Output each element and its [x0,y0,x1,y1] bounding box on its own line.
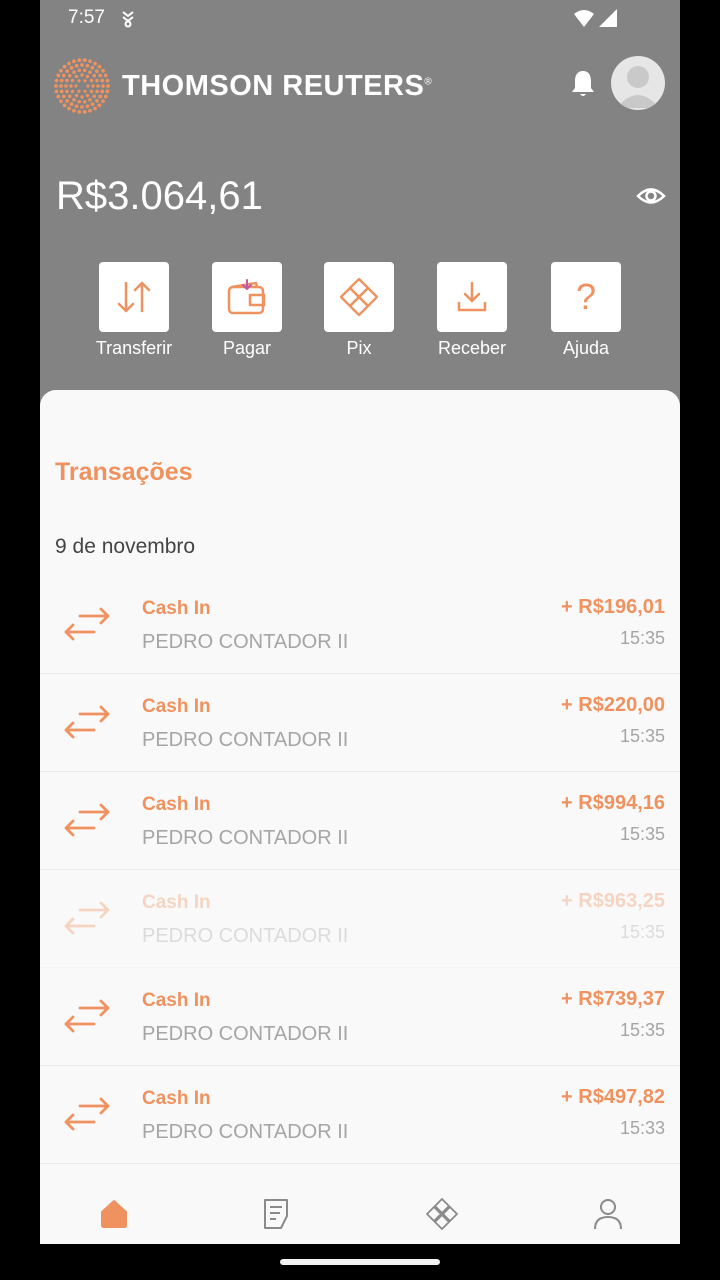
header: 7:57 THOMSON REUTERS® R$3.064,61 Transfe… [40,0,680,420]
transaction-type: Cash In [142,598,211,619]
nav-pix-icon[interactable] [422,1194,462,1234]
transaction-row[interactable]: Cash In PEDRO CONTADOR II + R$963,25 15:… [40,870,680,968]
wallet-icon [227,279,266,315]
pix-icon [339,277,379,317]
section-title: Transações [55,458,193,486]
user-silhouette-icon [617,66,659,108]
thomson-reuters-logo [54,58,110,114]
transaction-row[interactable]: Cash In PEDRO CONTADOR II + R$196,01 15:… [40,576,680,674]
date-label: 9 de novembro [55,535,196,558]
status-bar: 7:57 [40,0,680,36]
nav-statement-icon[interactable] [256,1194,296,1234]
transaction-time: 15:33 [619,1118,665,1138]
transaction-amount: + R$196,01 [561,596,665,618]
action-transferir[interactable]: Transferir [79,262,189,359]
transaction-row[interactable]: Cash In PEDRO CONTADOR II + R$739,37 15:… [40,968,680,1066]
action-pix[interactable]: Pix [304,262,414,359]
data-saver-icon [122,11,134,28]
download-icon [457,281,487,312]
action-receber[interactable]: Receber [417,262,527,359]
help-icon: ? [575,276,597,317]
action-tile[interactable] [437,262,507,332]
transaction-party: PEDRO CONTADOR II [142,925,349,947]
transaction-amount: + R$963,25 [561,890,665,912]
transaction-amount: + R$497,82 [561,1086,665,1108]
transaction-list: Cash In PEDRO CONTADOR II + R$196,01 15:… [40,576,680,1164]
signal-icon [599,9,617,27]
action-label: Ajuda [562,338,610,358]
action-tile[interactable] [212,262,282,332]
nav-profile-icon[interactable] [588,1194,628,1234]
action-ajuda[interactable]: ? Ajuda [531,262,641,359]
wifi-icon [574,10,594,27]
status-time: 7:57 [68,7,105,28]
avatar[interactable] [611,56,665,110]
balance-amount: R$3.064,61 [56,174,263,218]
action-label: Receber [437,338,507,358]
transaction-type: Cash In [142,1088,211,1109]
home-indicator[interactable] [280,1259,440,1265]
action-label: Pix [346,338,372,358]
transaction-party: PEDRO CONTADOR II [142,1023,349,1045]
transaction-time: 15:35 [619,726,665,746]
exchange-arrows-icon [64,705,110,739]
transaction-type: Cash In [142,892,211,913]
transaction-amount: + R$994,16 [561,792,665,814]
app-screen: 7:57 THOMSON REUTERS® R$3.064,61 Transfe… [40,0,680,1244]
transaction-row[interactable]: Cash In PEDRO CONTADOR II + R$220,00 15:… [40,674,680,772]
transaction-time: 15:35 [619,1020,665,1040]
bottom-nav [40,1164,680,1244]
transaction-amount: + R$220,00 [561,694,665,716]
transaction-type: Cash In [142,794,211,815]
transaction-amount: + R$739,37 [561,988,665,1010]
bell-icon[interactable] [570,68,596,98]
action-label: Pagar [222,338,272,358]
eye-icon[interactable] [636,182,666,210]
transaction-time: 15:35 [619,824,665,844]
nav-home-icon[interactable] [94,1194,134,1234]
transaction-row[interactable]: Cash In PEDRO CONTADOR II + R$994,16 15:… [40,772,680,870]
transaction-party: PEDRO CONTADOR II [142,729,349,751]
quick-actions: Transferir Pagar Pix Receber ? Ajuda [40,262,680,362]
transactions-sheet: Transações 9 de novembro Cash In PEDRO C… [40,390,680,1244]
transaction-row[interactable]: Cash In PEDRO CONTADOR II + R$497,82 15:… [40,1066,680,1164]
action-pagar[interactable]: Pagar [192,262,302,359]
transaction-party: PEDRO CONTADOR II [142,631,349,653]
exchange-arrows-icon [64,999,110,1033]
transaction-type: Cash In [142,990,211,1011]
exchange-arrows-icon [64,1097,110,1131]
transaction-type: Cash In [142,696,211,717]
transaction-time: 15:35 [619,922,665,942]
brand-name: THOMSON REUTERS® [122,69,433,102]
brand: THOMSON REUTERS® [54,58,432,114]
action-label: Transferir [95,338,173,358]
transaction-party: PEDRO CONTADOR II [142,1121,349,1143]
action-tile[interactable] [99,262,169,332]
exchange-arrows-icon [64,803,110,837]
transaction-time: 15:35 [619,628,665,648]
transfer-arrows-icon [117,281,151,313]
exchange-arrows-icon [64,607,110,641]
action-tile[interactable] [324,262,394,332]
exchange-arrows-icon [64,901,110,935]
transaction-party: PEDRO CONTADOR II [142,827,349,849]
action-tile[interactable]: ? [551,262,621,332]
